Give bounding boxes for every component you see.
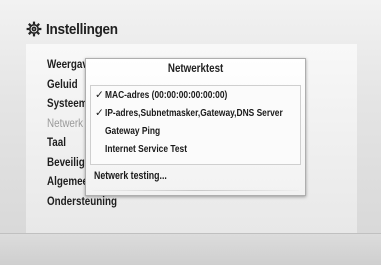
- title-bar: Instellingen: [26, 14, 357, 45]
- test-list: ✓ MAC-adres (00:00:00:00:00:00) ✓ IP-adr…: [90, 85, 301, 165]
- settings-screen: Instellingen Weergave Geluid Systeem Net…: [0, 0, 381, 265]
- test-item-gateway-ping: Gateway Ping: [91, 122, 300, 140]
- test-item-label: MAC-adres (00:00:00:00:00:00): [105, 89, 228, 101]
- test-item-ip-address: ✓ IP-adres,Subnetmasker,Gateway,DNS Serv…: [91, 104, 300, 122]
- footer-bar: [0, 233, 381, 265]
- checkmark-icon: ✓: [95, 89, 104, 101]
- test-item-label: Gateway Ping: [105, 125, 161, 137]
- test-item-internet-service: Internet Service Test: [91, 140, 300, 158]
- checkmark-icon: ✓: [95, 107, 104, 119]
- test-status-text: Netwerk testing...: [94, 170, 167, 182]
- test-item-label: IP-adres,Subnetmasker,Gateway,DNS Server: [105, 107, 283, 119]
- page-title: Instellingen: [46, 20, 118, 38]
- gear-icon: [26, 21, 42, 37]
- test-item-mac-address: ✓ MAC-adres (00:00:00:00:00:00): [91, 86, 300, 104]
- test-item-label: Internet Service Test: [105, 143, 188, 155]
- dialog-divider: [92, 190, 299, 191]
- dialog-title: Netwerktest: [167, 63, 224, 75]
- network-test-dialog: Netwerktest ✓ MAC-adres (00:00:00:00:00:…: [85, 58, 306, 196]
